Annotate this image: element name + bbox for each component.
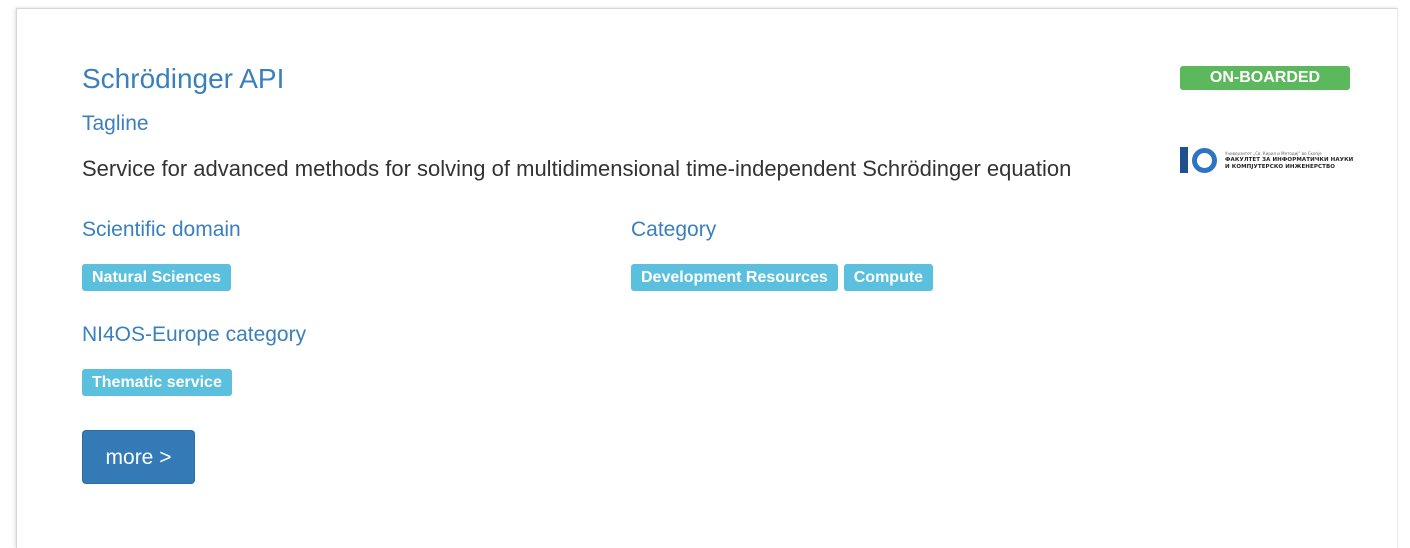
scientific-domain-label: Scientific domain [82,218,241,241]
tag-development-resources[interactable]: Development Resources [631,264,838,291]
logo-faculty-line-2: И КОМПЈУТЕРСКО ИНЖЕНЕРСТВО [1225,163,1336,170]
ni4os-category-tags: Thematic service [82,369,232,396]
tag-compute[interactable]: Compute [843,264,934,291]
provider-logo[interactable]: Универзитет „Св. Кирил и Методиј“ во Ско… [1180,144,1358,176]
logo-text: Универзитет „Св. Кирил и Методиј“ во Ско… [1225,150,1353,171]
category-tags: Development Resources Compute [631,264,934,291]
logo-university-line: Универзитет „Св. Кирил и Методиј“ во Ско… [1225,150,1322,156]
ni4os-category-label: NI4OS-Europe category [82,323,307,346]
service-title[interactable]: Schrödinger API [82,63,284,95]
scientific-domain-tags: Natural Sciences [82,264,231,291]
tag-natural-sciences[interactable]: Natural Sciences [82,264,231,291]
more-button[interactable]: more > [82,430,195,484]
tag-thematic-service[interactable]: Thematic service [82,369,232,396]
logo-faculty-line: ФАКУЛТЕТ ЗА ИНФОРМАТИЧКИ НАУКИ [1225,156,1354,163]
logo-o-mark [1192,147,1217,173]
status-badge: ON-BOARDED [1180,66,1350,90]
tagline-label: Tagline [82,112,149,135]
tagline-text: Service for advanced methods for solving… [82,156,1072,181]
category-label: Category [631,218,717,241]
logo-i-mark [1180,147,1188,173]
